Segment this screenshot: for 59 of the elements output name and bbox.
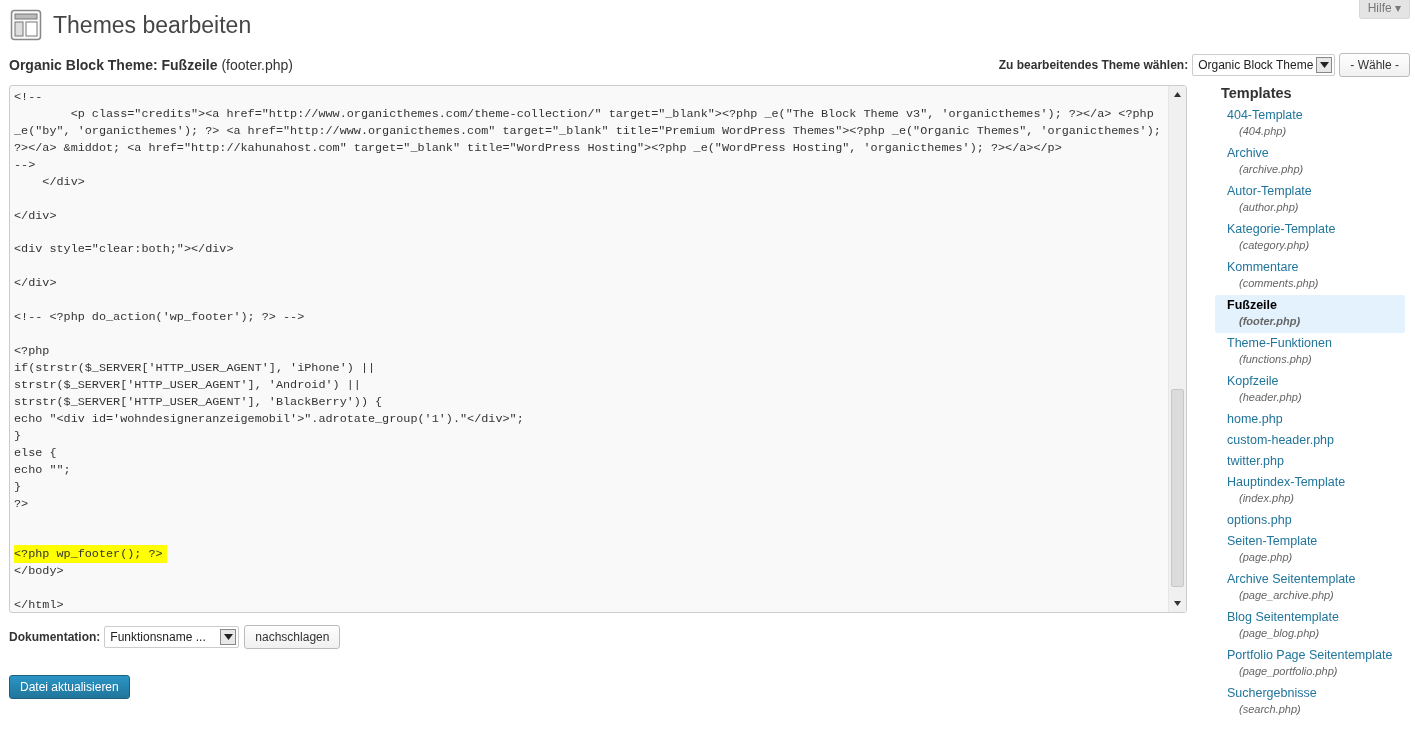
template-item[interactable]: options.php: [1215, 510, 1405, 531]
template-item[interactable]: Seiten-Template (page.php): [1215, 531, 1405, 569]
code-editor[interactable]: [9, 85, 1187, 613]
templates-heading: Templates: [1221, 85, 1293, 101]
selected-template-item[interactable]: Fußzeile (footer.php): [1215, 295, 1405, 333]
code-line: ?>: [14, 496, 29, 511]
code-line: echo "<div id='wohndesigneranzeigemobil'>".adrotate_group('1')."</div>";: [14, 411, 524, 426]
code-line: ?></a> &middot; <a href="http://kahunahost.com" target="_blank" title="WordPress Hosting"><?php _e("WordPress Hosting", 'organicthemes'); ?></a></p>: [14, 140, 1062, 155]
code-line: }: [14, 479, 22, 494]
down-arrow-icon: [1174, 601, 1181, 606]
caret-icon: [1319, 62, 1329, 68]
theme-file-title: Organic Block Theme: Fußzeile: [9, 57, 218, 73]
file-name: (footer.php): [221, 57, 293, 73]
theme-picker-label: Zu bearbeitendes Theme wählen:: [998, 58, 1189, 72]
code-line: echo "";: [14, 462, 71, 477]
template-item[interactable]: Blog Seitentemplate (page_blog.php): [1215, 607, 1405, 645]
theme-select[interactable]: Organic Block Theme: [1192, 54, 1336, 76]
code-line: -->: [14, 157, 36, 172]
page-title: Themes bearbeiten: [53, 11, 252, 39]
lookup-button[interactable]: nachschlagen: [244, 625, 341, 649]
code-line: </html>: [14, 598, 64, 612]
caret-icon: [223, 634, 233, 640]
template-item[interactable]: Portfolio Page Seitentemplate (page_portfolio.php): [1215, 645, 1405, 683]
documentation-label: Dokumentation:: [9, 630, 101, 644]
template-item[interactable]: Hauptindex-Template (index.php): [1215, 472, 1405, 510]
template-item[interactable]: Kommentare (comments.php): [1215, 257, 1405, 295]
code-line: if(strstr($_SERVER['HTTP_USER_AGENT'], 'iPhone') ||: [14, 361, 376, 375]
code-line: </div>: [14, 276, 57, 291]
code-line: <!--: [14, 90, 43, 104]
code-line: </div>: [14, 208, 57, 223]
scrollbar[interactable]: [1168, 86, 1186, 612]
choose-button[interactable]: - Wähle -: [1339, 53, 1410, 77]
template-item[interactable]: custom-header.php: [1215, 430, 1405, 451]
template-item[interactable]: Suchergebnisse (search.php): [1215, 683, 1405, 721]
template-item[interactable]: Kopfzeile (header.php): [1215, 371, 1405, 409]
code-line: <div style="clear:both;"></div>: [14, 242, 234, 257]
layout-icon: [10, 9, 42, 41]
code-line: </body>: [14, 564, 64, 579]
template-item[interactable]: Archive Seitentemplate (page_archive.php): [1215, 569, 1405, 607]
template-item[interactable]: Theme-Funktionen (functions.php): [1215, 333, 1405, 371]
update-file-button[interactable]: Datei aktualisieren: [9, 675, 130, 699]
template-item[interactable]: twitter.php: [1215, 451, 1405, 472]
help-button[interactable]: Hilfe ▾: [1358, 0, 1410, 19]
template-item[interactable]: Archive (archive.php): [1215, 143, 1405, 181]
template-item[interactable]: 404-Template (404.php): [1215, 105, 1405, 143]
code-line: </div>: [41, 174, 85, 189]
template-item[interactable]: Kategorie-Template (category.php): [1215, 219, 1405, 257]
code-line: }: [14, 428, 22, 443]
template-item[interactable]: Autor-Template (author.php): [1215, 181, 1405, 219]
code-line: strstr($_SERVER['HTTP_USER_AGENT'], 'BlackBerry')) {: [14, 394, 383, 409]
code-line: strstr($_SERVER['HTTP_USER_AGENT'], 'Android') ||: [14, 377, 361, 392]
code-line: <?php: [14, 344, 50, 359]
code-line: else {: [14, 445, 57, 460]
function-select[interactable]: Funktionsname ...: [104, 626, 240, 648]
code-line: <!-- <?php do_action('wp_footer'); ?> -->: [14, 310, 305, 325]
code-line: _e("by", 'organicthemes'); ?> <a href="http://www.organicthemes.com" target="_blank" title="Premium WordPress Themes"><?php _e("Organic Themes", 'organicthemes');: [14, 123, 1161, 138]
up-arrow-icon: [1174, 92, 1181, 97]
code-line: <p class="credits"><a href="http://www.organicthemes.com/theme-collection/" target="_blank"><?php _e("The Block Theme v3", 'organicthemes'); ?></a> <?php: [69, 106, 1154, 121]
template-item[interactable]: home.php: [1215, 409, 1405, 430]
